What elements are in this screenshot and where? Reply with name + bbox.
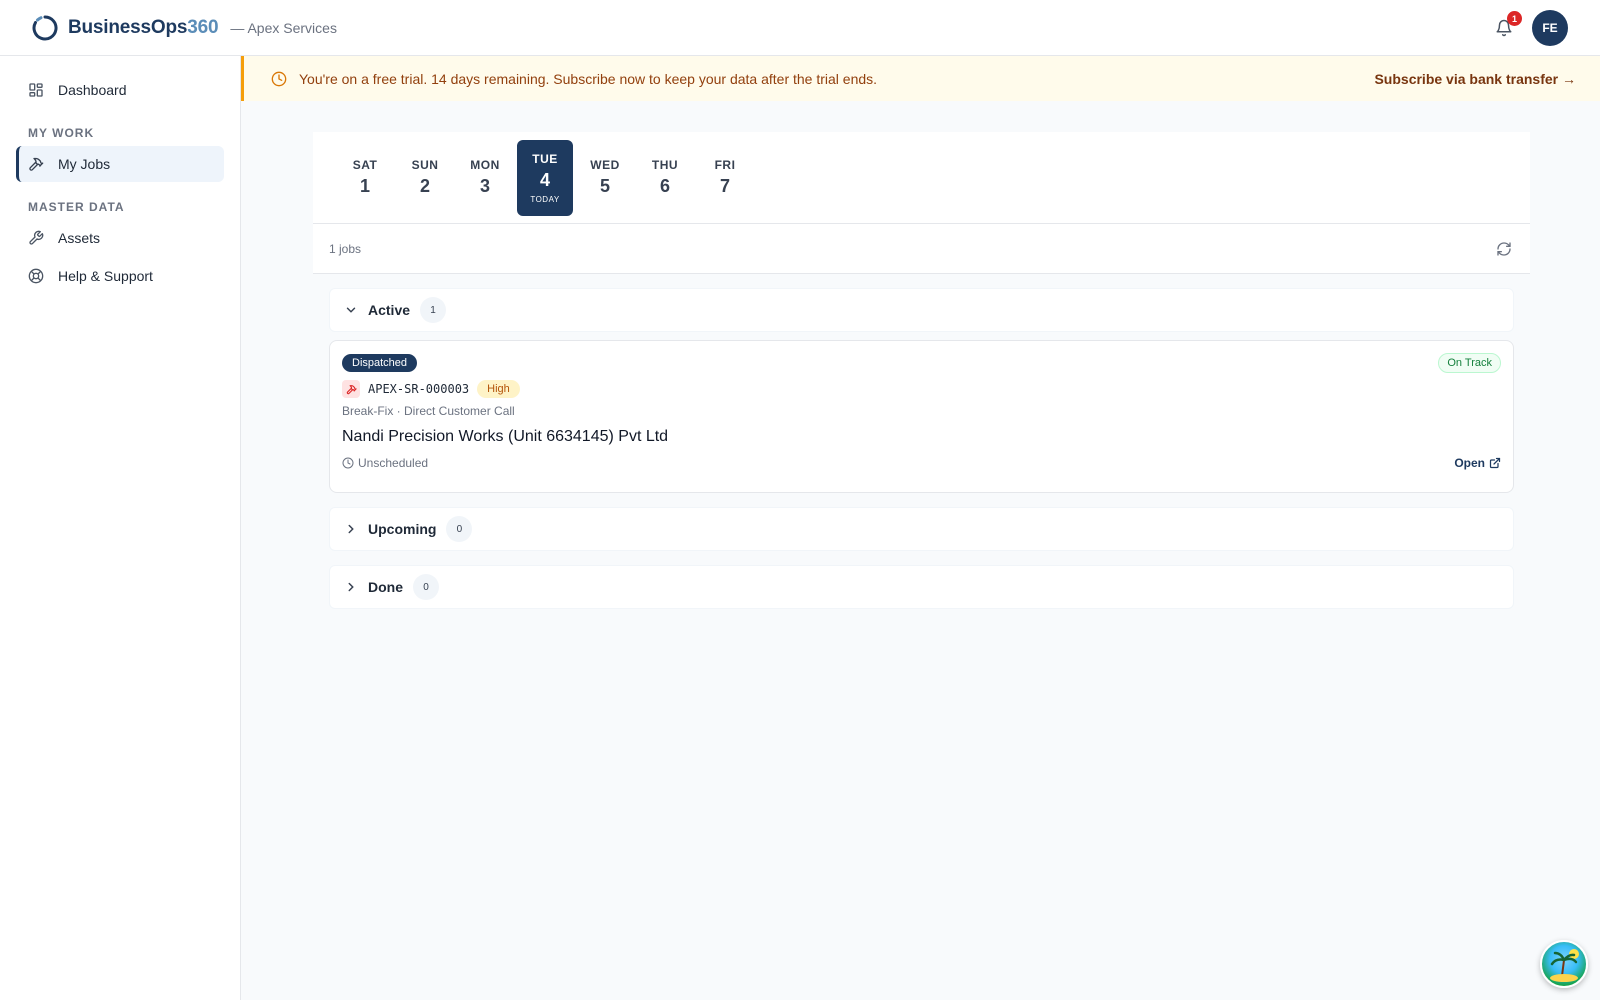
today-tag: TODAY: [530, 194, 560, 204]
day-wed[interactable]: WED 5: [577, 140, 633, 216]
chat-assistant-button[interactable]: [1540, 940, 1588, 988]
dashboard-icon: [29, 83, 43, 97]
group-count: 0: [446, 516, 473, 542]
day-number: 1: [359, 176, 370, 196]
chevron-down-icon: [346, 307, 356, 313]
refresh-icon: [1497, 241, 1511, 256]
sidebar-item-label: Dashboard: [58, 82, 127, 98]
schedule-label: Unscheduled: [358, 456, 429, 470]
day-number: 5: [599, 176, 610, 196]
group-done-toggle[interactable]: Done 0: [329, 565, 1514, 609]
group-count: 1: [420, 297, 447, 323]
sidebar: Dashboard MY WORK My Jobs MASTER DATA As…: [0, 56, 241, 1000]
day-thu[interactable]: THU 6: [637, 140, 693, 216]
day-number: 3: [479, 176, 490, 196]
chevron-right-icon: [348, 582, 354, 592]
clock-icon: [342, 457, 354, 469]
group-title: Upcoming: [368, 521, 437, 537]
job-id: APEX-SR-000003: [368, 382, 470, 396]
job-groups: Active 1 Dispatched On Track APEX-SR-000…: [313, 274, 1530, 609]
job-card[interactable]: Dispatched On Track APEX-SR-000003 High …: [329, 340, 1514, 493]
day-tue-today[interactable]: TUE 4 TODAY: [517, 139, 573, 216]
main-content: SAT 1 SUN 2 MON 3 TUE 4 TODAY WED 5 THU …: [313, 132, 1530, 609]
group-count: 0: [413, 574, 439, 600]
sidebar-item-label: Help & Support: [58, 268, 153, 284]
status-badge: Dispatched: [342, 354, 418, 372]
trial-message: You're on a free trial. 14 days remainin…: [299, 70, 878, 87]
jobs-count: 1 jobs: [329, 241, 362, 256]
day-name: WED: [590, 158, 620, 172]
island-icon: [1550, 949, 1579, 982]
top-bar: BusinessOps360 — Apex Services 1 FE: [0, 0, 1600, 56]
sidebar-item-my-jobs[interactable]: My Jobs: [16, 146, 224, 182]
clock-icon: [271, 71, 287, 86]
priority-badge: High: [477, 380, 520, 398]
job-type-icon: [342, 380, 360, 398]
hammer-icon: [29, 157, 44, 171]
chevron-right-icon: [348, 524, 354, 534]
day-name: SUN: [411, 158, 439, 172]
day-number: 2: [419, 176, 430, 196]
logo-icon: [32, 15, 58, 40]
day-number: 6: [659, 176, 670, 196]
day-number: 4: [539, 169, 550, 190]
open-job-link[interactable]: Open: [1454, 456, 1501, 470]
schedule-info: Unscheduled: [342, 456, 428, 470]
day-name: TUE: [532, 151, 558, 166]
user-avatar[interactable]: FE: [1532, 10, 1568, 46]
day-name: THU: [651, 158, 679, 172]
sla-badge: On Track: [1438, 353, 1501, 373]
life-buoy-icon: [28, 268, 44, 284]
tenant-name: — Apex Services: [230, 19, 337, 36]
jobs-count-bar: 1 jobs: [313, 224, 1530, 274]
job-subtitle: Break-Fix · Direct Customer Call: [342, 404, 515, 418]
group-active-toggle[interactable]: Active 1: [329, 288, 1514, 332]
day-sat[interactable]: SAT 1: [337, 140, 393, 216]
day-name: SAT: [352, 158, 378, 172]
section-master-data: MASTER DATA: [28, 200, 125, 214]
day-number: 7: [719, 176, 730, 196]
sidebar-item-dashboard[interactable]: Dashboard: [16, 72, 224, 108]
subscribe-link[interactable]: Subscribe via bank transfer →: [1374, 71, 1576, 87]
sidebar-item-assets[interactable]: Assets: [16, 220, 224, 256]
section-my-work: MY WORK: [28, 126, 95, 140]
group-title: Active: [368, 302, 411, 318]
notification-badge: 1: [1507, 11, 1522, 26]
day-fri[interactable]: FRI 7: [697, 140, 753, 216]
group-upcoming-toggle[interactable]: Upcoming 0: [329, 507, 1514, 551]
day-name: MON: [470, 158, 500, 172]
sidebar-item-help[interactable]: Help & Support: [16, 258, 224, 294]
day-name: FRI: [714, 158, 736, 172]
open-label: Open: [1454, 456, 1485, 470]
job-title: Nandi Precision Works (Unit 6634145) Pvt…: [342, 428, 669, 445]
day-mon[interactable]: MON 3: [457, 140, 513, 216]
notifications-button[interactable]: 1: [1492, 11, 1522, 40]
group-title: Done: [368, 579, 403, 595]
wrench-icon: [29, 230, 44, 245]
brand-name[interactable]: BusinessOps360: [68, 17, 219, 39]
refresh-button[interactable]: [1494, 239, 1514, 259]
trial-banner: You're on a free trial. 14 days remainin…: [241, 56, 1600, 101]
sidebar-item-label: Assets: [58, 230, 101, 246]
day-sun[interactable]: SUN 2: [397, 140, 453, 216]
day-strip: SAT 1 SUN 2 MON 3 TUE 4 TODAY WED 5 THU …: [313, 132, 1530, 224]
external-link-icon: [1489, 457, 1501, 469]
sidebar-item-label: My Jobs: [58, 156, 111, 172]
